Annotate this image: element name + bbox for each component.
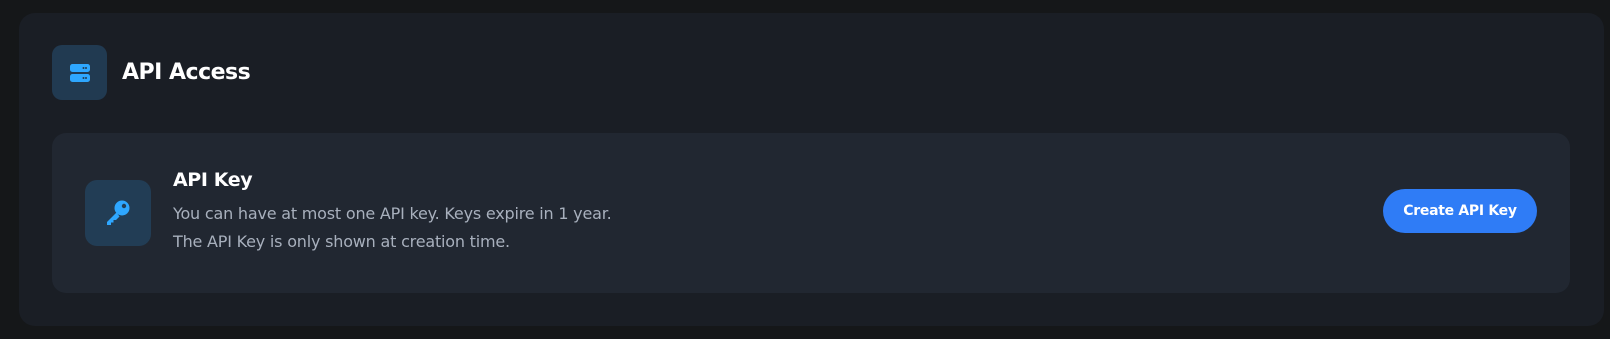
api-access-panel: API Access API Key You can have at most … (19, 13, 1604, 326)
key-icon (85, 180, 151, 246)
card-text: API Key You can have at most one API key… (173, 168, 612, 256)
create-api-key-button[interactable]: Create API Key (1383, 189, 1537, 233)
description-line-1: You can have at most one API key. Keys e… (173, 204, 612, 223)
api-key-description: You can have at most one API key. Keys e… (173, 200, 612, 256)
api-key-card: API Key You can have at most one API key… (52, 133, 1570, 293)
description-line-2: The API Key is only shown at creation ti… (173, 232, 510, 251)
api-key-title: API Key (173, 169, 253, 191)
section-title: API Access (122, 60, 251, 85)
section-header: API Access (52, 45, 251, 100)
server-icon (52, 45, 107, 100)
